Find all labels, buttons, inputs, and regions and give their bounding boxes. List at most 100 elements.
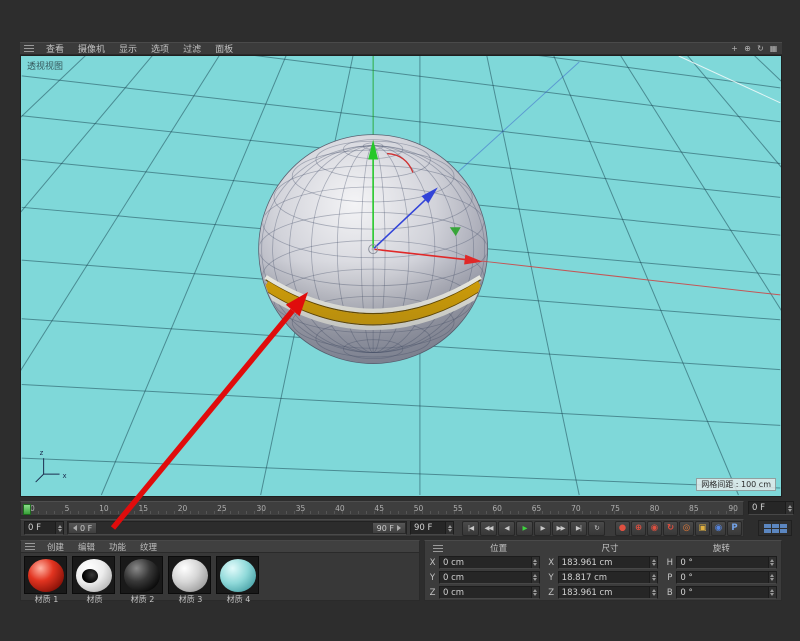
coords-column-position: 位置 [443, 542, 554, 554]
material-thumbnail[interactable] [72, 556, 115, 594]
previous-key-button[interactable]: ◀◀ [480, 521, 497, 536]
palette-cell [780, 524, 787, 528]
spinner-down-icon [652, 593, 656, 596]
ruler-tick-85: 85 [689, 504, 699, 513]
material-thumbnail[interactable] [168, 556, 211, 594]
materials-menu-item-2[interactable]: 编辑 [71, 541, 102, 553]
panel-menu-icon[interactable] [24, 45, 34, 52]
loop-button[interactable]: ↻ [588, 521, 605, 536]
menu-item-1[interactable]: 查看 [39, 42, 71, 55]
material-item[interactable]: 材质 2 [120, 556, 165, 604]
range-end-grip[interactable]: 90 F [372, 522, 406, 534]
spinner-up-icon [770, 574, 774, 577]
ruler-tick-75: 75 [610, 504, 620, 513]
materials-menu-item-4[interactable]: 纹理 [133, 541, 164, 553]
material-thumbnail[interactable] [24, 556, 67, 594]
field-spinner[interactable] [768, 557, 776, 568]
menu-item-3[interactable]: 显示 [112, 42, 144, 55]
coord-rotation-H-field[interactable]: 0 ° [676, 556, 777, 569]
material-item[interactable]: 材质 4 [216, 556, 261, 604]
next-frame-button[interactable]: ▶ [534, 521, 551, 536]
menu-item-6[interactable]: 面板 [208, 42, 240, 55]
timeline-ruler[interactable]: 051015202530354045505560657075808590 [20, 501, 744, 516]
coord-size-X-field[interactable]: 183.961 cm [558, 556, 659, 569]
ruler-tick-30: 30 [256, 504, 266, 513]
range-end-value: 90 F [377, 524, 394, 533]
material-list: 材质 1材质材质 2材质 3材质 4 [21, 553, 419, 604]
coord-axis-label: P [666, 573, 673, 583]
menu-item-2[interactable]: 摄像机 [71, 42, 112, 55]
next-key-button[interactable]: ▶▶ [552, 521, 569, 536]
coord-rotation-P-field[interactable]: 0 ° [676, 571, 777, 584]
material-name: 材质 1 [24, 594, 69, 604]
coord-position-Y-field[interactable]: 0 cm [439, 571, 540, 584]
menu-item-5[interactable]: 过滤 [176, 42, 208, 55]
viewport[interactable]: z x 透视视图 网格间距 : 100 cm [20, 55, 782, 497]
current-frame-field[interactable]: 0 F [748, 501, 794, 515]
ruler-tick-40: 40 [335, 504, 345, 513]
material-hole [82, 569, 98, 583]
goto-start-button[interactable]: |◀ [462, 521, 479, 536]
record-point-level-button[interactable]: ◎ [679, 521, 694, 536]
coord-size-Y-field[interactable]: 18.817 cm [558, 571, 659, 584]
autokey-button[interactable]: ▣ [695, 521, 710, 536]
ruler-tick-45: 45 [374, 504, 384, 513]
end-frame-field[interactable]: 90 F [410, 521, 454, 535]
material-item[interactable]: 材质 [72, 556, 117, 604]
field-spinner[interactable] [768, 572, 776, 583]
field-spinner[interactable] [768, 587, 776, 598]
coords-menu-icon[interactable] [433, 545, 443, 552]
material-item[interactable]: 材质 3 [168, 556, 213, 604]
field-spinner[interactable] [649, 587, 657, 598]
parameter-record-button[interactable]: P [727, 521, 742, 536]
record-rotation-button[interactable]: ↻ [663, 521, 678, 536]
coord-size-Y: Y18.817 cm [548, 571, 659, 584]
record-position-button[interactable]: ⊕ [631, 521, 646, 536]
spinner-down-icon [770, 578, 774, 581]
coord-position-X-field[interactable]: 0 cm [439, 556, 540, 569]
record-keyframe-button[interactable]: ● [615, 521, 630, 536]
coord-position-Z-field[interactable]: 0 cm [439, 586, 540, 599]
field-spinner[interactable] [649, 572, 657, 583]
range-start-grip[interactable]: 0 F [68, 522, 97, 534]
field-spinner[interactable] [445, 522, 453, 534]
record-scale-button[interactable]: ◉ [647, 521, 662, 536]
play-button[interactable]: ▶ [516, 521, 533, 536]
field-spinner[interactable] [785, 502, 793, 514]
materials-menu-item-3[interactable]: 功能 [102, 541, 133, 553]
coord-size-X: X183.961 cm [548, 556, 659, 569]
range-slider-track[interactable] [97, 522, 371, 534]
ruler-tick-15: 15 [138, 504, 148, 513]
field-spinner[interactable] [531, 572, 539, 583]
viewport-title[interactable]: 透视视图 [27, 59, 63, 72]
timeline-range-slider[interactable]: 0 F 90 F [67, 521, 407, 535]
materials-menu-item-1[interactable]: 创建 [40, 541, 71, 553]
coordinates-grid: X0 cmX183.961 cmH0 °Y0 cmY18.817 cmP0 °Z… [429, 556, 777, 599]
menu-item-4[interactable]: 选项 [144, 42, 176, 55]
goto-end-button[interactable]: ▶| [570, 521, 587, 536]
previous-frame-button[interactable]: ◀ [498, 521, 515, 536]
field-spinner[interactable] [531, 587, 539, 598]
solo-button[interactable]: ▦ [743, 521, 744, 536]
coord-rotation-B-field[interactable]: 0 ° [676, 586, 777, 599]
rotate-view-icon[interactable]: ↻ [754, 44, 767, 53]
material-thumbnail[interactable] [120, 556, 163, 594]
layout-palette-button[interactable] [758, 520, 792, 536]
material-menu-icon[interactable] [25, 543, 35, 550]
spinner-up-icon [652, 559, 656, 562]
timeline-playhead[interactable] [23, 504, 31, 515]
coord-size-Z-field[interactable]: 183.961 cm [558, 586, 659, 599]
zoom-view-icon[interactable]: ⊕ [741, 44, 754, 53]
material-thumbnail[interactable] [216, 556, 259, 594]
pan-view-icon[interactable]: + [728, 44, 741, 53]
material-item[interactable]: 材质 1 [24, 556, 69, 604]
coord-axis-label: Y [429, 573, 436, 583]
toggle-view-icon[interactable]: ▦ [767, 44, 780, 53]
keyframe-selection-button[interactable]: ◉ [711, 521, 726, 536]
field-spinner[interactable] [649, 557, 657, 568]
field-spinner[interactable] [55, 522, 63, 534]
frame-display-field[interactable]: 0 F [24, 521, 64, 535]
highlight-grid-line [679, 56, 781, 103]
record-controls: ●⊕◉↻◎▣◉P▦ [615, 521, 744, 536]
field-spinner[interactable] [531, 557, 539, 568]
